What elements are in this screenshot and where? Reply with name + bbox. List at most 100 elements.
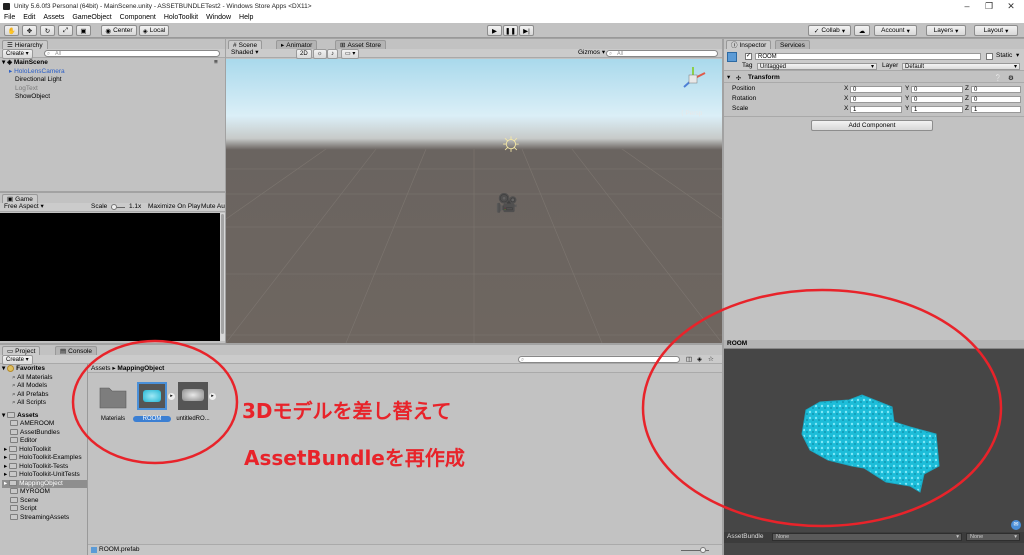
shading-mode-dropdown[interactable]: Shaded ▾ [231, 49, 259, 57]
play-button[interactable]: ▶ [487, 25, 502, 36]
maximize-on-play-toggle[interactable]: Maximize On Play [148, 203, 200, 211]
layer-dropdown[interactable]: Default ▾ [902, 63, 1020, 70]
scale-y-field[interactable]: 1 [911, 106, 963, 113]
tab-game[interactable]: ▣ Game [2, 194, 38, 203]
cloud-button[interactable]: ☁ [854, 25, 870, 36]
2d-toggle-button[interactable]: 2D [296, 49, 312, 59]
menu-assets[interactable]: Assets [43, 14, 64, 21]
active-checkbox[interactable]: ✓ [745, 53, 752, 60]
tab-animator[interactable]: ▸ Animator [276, 40, 318, 49]
gizmos-dropdown[interactable]: Gizmos ▾ [578, 49, 605, 57]
favorites-item[interactable]: ⌕ All Materials [2, 374, 87, 383]
tab-scene[interactable]: # Scene [228, 40, 263, 49]
tab-hierarchy[interactable]: ☰ Hierarchy [2, 40, 48, 49]
scale-x-field[interactable]: 1 [850, 106, 902, 113]
sun-light-icon[interactable]: ☼ [496, 126, 526, 156]
preview-settings-icon[interactable]: ✉ [1011, 520, 1021, 530]
tab-services[interactable]: Services [775, 40, 810, 49]
position-x-field[interactable]: 0 [850, 86, 902, 93]
asset-tile[interactable]: Materials [96, 380, 130, 428]
menu-gameobject[interactable]: GameObject [72, 14, 111, 21]
hierarchy-item[interactable]: LogText [2, 85, 222, 94]
favorites-star-icon[interactable]: ☆ [708, 355, 714, 363]
maximize-icon[interactable]: ❐ [982, 0, 996, 12]
scene-options-icon[interactable]: ≡ [214, 59, 218, 68]
filter-by-type-icon[interactable]: ◫ [686, 355, 692, 363]
assets-header[interactable]: ▾ Assets [2, 412, 87, 421]
audio-toggle-button[interactable]: ♪ [327, 49, 338, 59]
hierarchy-search-input[interactable]: ⌕ All [44, 50, 220, 57]
static-checkbox[interactable] [986, 53, 993, 60]
pivot-center-button[interactable]: ◉ Center [101, 25, 137, 36]
close-icon[interactable]: ✕ [1004, 0, 1018, 12]
rect-tool-button[interactable]: ▣ [76, 25, 91, 36]
folder-item[interactable]: ▸ HoloToolkit-UnitTests [2, 471, 87, 480]
folder-item-selected[interactable]: ▸ MappingObject [2, 479, 87, 488]
folder-item[interactable]: Script [2, 505, 87, 514]
help-icon[interactable]: ❔ [994, 74, 1002, 82]
menu-component[interactable]: Component [120, 14, 156, 21]
hierarchy-create-button[interactable]: Create ▾ [2, 49, 33, 59]
expand-arrow-icon[interactable]: ▸ [209, 393, 216, 400]
scene-search-input[interactable]: ⌕ All [606, 50, 718, 57]
scene-viewport[interactable]: ☼ 🎥 ⟨ Persp [226, 59, 722, 343]
preview-viewport[interactable]: ✉ [724, 350, 1024, 532]
thumbnail-size-thumb[interactable] [700, 547, 706, 553]
hand-tool-button[interactable]: ✋ [4, 25, 19, 36]
tab-asset-store[interactable]: ⊞ Asset Store [335, 40, 387, 49]
rotation-x-field[interactable]: 0 [850, 96, 902, 103]
mute-audio-toggle[interactable]: Mute Au [201, 203, 225, 211]
menu-window[interactable]: Window [206, 14, 231, 21]
favorites-item[interactable]: ⌕ All Models [2, 382, 87, 391]
scrollbar-thumb[interactable] [221, 214, 224, 334]
step-button[interactable]: ▶| [519, 25, 534, 36]
filter-by-label-icon[interactable]: ◈ [697, 355, 702, 363]
favorites-item[interactable]: ⌕ All Prefabs [2, 391, 87, 400]
folder-item[interactable]: Editor [2, 437, 87, 446]
game-scrollbar[interactable] [220, 213, 225, 341]
layout-button[interactable]: Layout ▾ [974, 25, 1018, 36]
scene-root-item[interactable]: ▾ ◈ MainScene ≡ [2, 59, 222, 68]
effects-dropdown-button[interactable]: ▭ ▾ [341, 49, 360, 59]
breadcrumb-assets[interactable]: Assets [91, 365, 111, 372]
asset-tile[interactable]: ▸ untitledRO... [176, 380, 216, 428]
hierarchy-item[interactable]: ▸ HoloLensCamera [2, 68, 222, 77]
lighting-toggle-button[interactable]: ☼ [313, 49, 327, 59]
folder-item[interactable]: AssetBundles [2, 429, 87, 438]
pause-button[interactable]: ❚❚ [503, 25, 518, 36]
assetbundle-variant-dropdown[interactable]: None ▾ [966, 533, 1020, 541]
rotation-y-field[interactable]: 0 [911, 96, 963, 103]
collab-button[interactable]: ✓ Collab ▾ [808, 25, 851, 36]
favorites-item[interactable]: ⌕ All Scripts [2, 399, 87, 408]
account-button[interactable]: Account ▾ [874, 25, 917, 36]
folder-item[interactable]: ▸ HoloToolkit-Tests [2, 463, 87, 472]
asset-tile-selected[interactable]: ▸ ROOM [133, 380, 175, 428]
tab-inspector[interactable]: ⓘ Inspector [726, 40, 772, 49]
scale-tool-button[interactable]: ⤢ [58, 25, 73, 36]
favorites-header[interactable]: ▾ Favorites [2, 365, 87, 374]
pivot-local-button[interactable]: ◈ Local [139, 25, 169, 36]
layers-button[interactable]: Layers ▾ [926, 25, 966, 36]
position-y-field[interactable]: 0 [911, 86, 963, 93]
folder-item[interactable]: ▸ HoloToolkit [2, 446, 87, 455]
orientation-gizmo[interactable] [679, 65, 707, 93]
scale-z-field[interactable]: 1 [971, 106, 1021, 113]
transform-header[interactable]: ▾ ✣ Transform ❔ ⚙ [724, 74, 1024, 83]
tab-console[interactable]: ▤ Console [55, 346, 98, 355]
folder-item[interactable]: ▸ HoloToolkit-Examples [2, 454, 87, 463]
project-create-button[interactable]: Create ▾ [2, 355, 33, 365]
scale-slider-thumb[interactable] [111, 204, 117, 210]
tab-project[interactable]: ▭ Project [2, 346, 41, 355]
expand-arrow-icon[interactable]: ▸ [168, 393, 175, 400]
assetbundle-name-dropdown[interactable]: None ▾ [772, 533, 962, 541]
move-tool-button[interactable]: ✥ [22, 25, 37, 36]
rotation-z-field[interactable]: 0 [971, 96, 1021, 103]
tag-dropdown[interactable]: Untagged ▾ [757, 63, 877, 70]
menu-edit[interactable]: Edit [23, 14, 35, 21]
folder-item[interactable]: StreamingAssets [2, 514, 87, 523]
game-view[interactable] [0, 213, 220, 341]
folder-item[interactable]: AMEROOM [2, 420, 87, 429]
menu-holotoolkit[interactable]: HoloToolkit [164, 14, 198, 21]
rotate-tool-button[interactable]: ↻ [40, 25, 55, 36]
project-search-input[interactable]: ⌕ [518, 356, 680, 363]
